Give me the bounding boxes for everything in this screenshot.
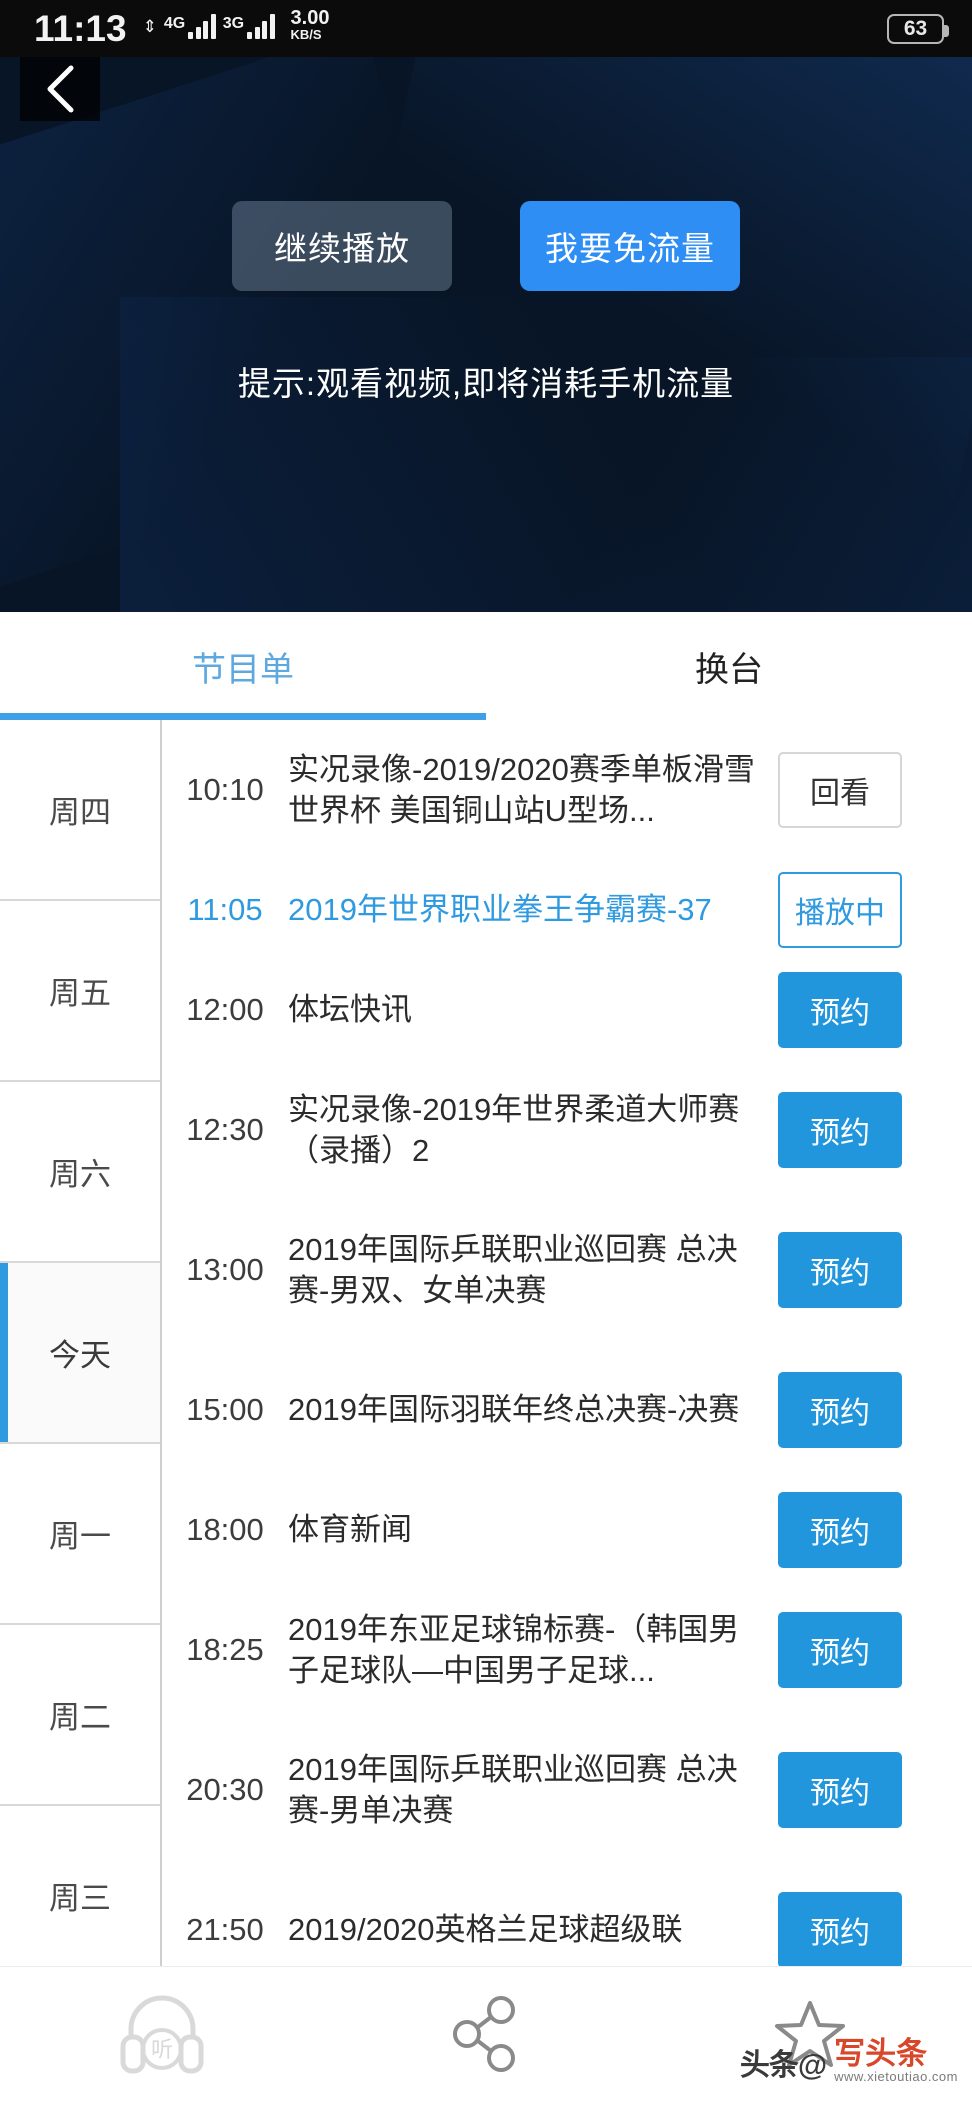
book-button[interactable]: 预约 xyxy=(778,1092,902,1168)
day-item-today[interactable]: 今天 xyxy=(0,1263,160,1444)
program-time: 15:00 xyxy=(186,1392,264,1427)
battery-icon: 63 xyxy=(887,14,949,44)
program-list[interactable]: 10:10 实况录像-2019/2020赛季单板滑雪世界杯 美国铜山站U型场..… xyxy=(162,720,972,1966)
schedule-content: 周四 周五 周六 今天 周一 周二 周三 10:10 实况录像-2019/202… xyxy=(0,720,972,1966)
book-button[interactable]: 预约 xyxy=(778,1752,902,1828)
table-row[interactable]: 20:30 2019年国际乒联职业巡回赛 总决赛-男单决赛 预约 xyxy=(162,1720,972,1860)
day-item-thursday[interactable]: 周四 xyxy=(0,720,160,901)
network-speed-unit: KB/S xyxy=(290,27,322,42)
table-row[interactable]: 12:00 体坛快讯 预约 xyxy=(162,960,972,1060)
svg-text:听: 听 xyxy=(151,2037,173,2062)
program-time: 12:00 xyxy=(186,992,264,1027)
status-bar: 11:13 ⇕ 4G 3G 3.00 KB/S 63 xyxy=(0,0,972,57)
watermark-brand-block: 写头条 www.xietoutiao.com xyxy=(834,2038,958,2084)
table-row[interactable]: 21:50 2019/2020英格兰足球超级联 预约 xyxy=(162,1860,972,1966)
book-button[interactable]: 预约 xyxy=(778,1232,902,1308)
sim1-bars-icon xyxy=(188,13,216,39)
status-time: 11:13 xyxy=(34,7,127,49)
watermark-url: www.xietoutiao.com xyxy=(834,2069,958,2084)
chevron-left-icon xyxy=(43,63,77,115)
network-speed-value: 3.00 xyxy=(290,7,330,29)
data-transfer-icon: ⇕ xyxy=(142,17,157,36)
table-row[interactable]: 11:05 2019年世界职业拳王争霸赛-37 播放中 xyxy=(162,860,972,960)
program-time: 18:00 xyxy=(186,1512,264,1547)
table-row[interactable]: 18:25 2019年东亚足球锦标赛-（韩国男子足球队—中国男子足球... 预约 xyxy=(162,1580,972,1720)
back-button[interactable] xyxy=(20,57,100,121)
day-item-wednesday[interactable]: 周三 xyxy=(0,1806,160,1966)
tab-schedule[interactable]: 节目单 xyxy=(0,612,486,720)
free-data-button[interactable]: 我要免流量 xyxy=(520,201,740,291)
program-time: 18:25 xyxy=(186,1632,264,1667)
program-title: 2019/2020英格兰足球超级联 xyxy=(288,1912,683,1948)
battery-level: 63 xyxy=(903,17,928,40)
program-title: 2019年国际羽联年终总决赛-决赛 xyxy=(288,1392,740,1428)
book-button[interactable]: 预约 xyxy=(778,1372,902,1448)
table-row[interactable]: 12:30 实况录像-2019年世界柔道大师赛（录播）2 预约 xyxy=(162,1060,972,1200)
status-indicators: ⇕ 4G 3G 3.00 KB/S xyxy=(143,8,330,49)
now-playing-badge[interactable]: 播放中 xyxy=(778,872,902,948)
program-time: 12:30 xyxy=(186,1112,264,1147)
program-time: 11:05 xyxy=(187,892,263,927)
day-item-monday[interactable]: 周一 xyxy=(0,1444,160,1625)
data-warning-actions: 继续播放 我要免流量 xyxy=(0,201,972,291)
program-time: 10:10 xyxy=(186,772,264,807)
day-item-tuesday[interactable]: 周二 xyxy=(0,1625,160,1806)
program-title: 2019年世界职业拳王争霸赛-37 xyxy=(288,892,712,928)
sim2-signal: 3G xyxy=(223,13,275,49)
video-player[interactable]: 继续播放 我要免流量 提示:观看视频,即将消耗手机流量 xyxy=(0,57,972,612)
watermark-brand: 写头条 xyxy=(834,2036,928,2071)
sim2-bars-icon xyxy=(247,13,275,39)
table-row[interactable]: 10:10 实况录像-2019/2020赛季单板滑雪世界杯 美国铜山站U型场..… xyxy=(162,720,972,860)
bottom-action-bar: 听 头条@ 写头条 www.xietoutiao.com xyxy=(0,1966,972,2106)
tab-bar: 节目单 换台 xyxy=(0,612,972,720)
program-title: 2019年东亚足球锦标赛-（韩国男子足球队—中国男子足球... xyxy=(288,1611,740,1688)
program-time: 20:30 xyxy=(186,1772,264,1807)
book-button[interactable]: 预约 xyxy=(778,972,902,1048)
continue-play-button[interactable]: 继续播放 xyxy=(232,201,452,291)
headphone-listen-icon: 听 xyxy=(119,1993,205,2080)
book-button[interactable]: 预约 xyxy=(778,1892,902,1966)
program-title: 体育新闻 xyxy=(288,1512,412,1548)
listen-button[interactable]: 听 xyxy=(0,1993,324,2080)
table-row[interactable]: 18:00 体育新闻 预约 xyxy=(162,1480,972,1580)
network-speed: 3.00 KB/S xyxy=(291,8,330,41)
program-title: 实况录像-2019年世界柔道大师赛（录播）2 xyxy=(288,1091,740,1168)
book-button[interactable]: 预约 xyxy=(778,1612,902,1688)
share-icon xyxy=(451,1996,521,2077)
book-button[interactable]: 预约 xyxy=(778,1492,902,1568)
program-title: 2019年国际乒联职业巡回赛 总决赛-男双、女单决赛 xyxy=(288,1231,738,1308)
table-row[interactable]: 15:00 2019年国际羽联年终总决赛-决赛 预约 xyxy=(162,1340,972,1480)
share-button[interactable] xyxy=(324,1996,648,2077)
day-item-saturday[interactable]: 周六 xyxy=(0,1082,160,1263)
day-selector-list[interactable]: 周四 周五 周六 今天 周一 周二 周三 xyxy=(0,720,160,1966)
sim2-network-label: 3G xyxy=(222,15,245,32)
program-title: 实况录像-2019/2020赛季单板滑雪世界杯 美国铜山站U型场... xyxy=(288,751,755,828)
program-title: 2019年国际乒联职业巡回赛 总决赛-男单决赛 xyxy=(288,1751,738,1828)
program-time: 21:50 xyxy=(186,1912,264,1947)
watermark: 头条@ 写头条 www.xietoutiao.com xyxy=(740,2038,958,2084)
replay-button[interactable]: 回看 xyxy=(778,752,902,828)
sim1-signal: 4G xyxy=(164,13,216,49)
program-title: 体坛快讯 xyxy=(288,992,412,1028)
watermark-prefix: 头条@ xyxy=(739,2049,827,2082)
app-root: 11:13 ⇕ 4G 3G 3.00 KB/S 63 继续播放 我要免流量 提示… xyxy=(0,0,972,2106)
table-row[interactable]: 13:00 2019年国际乒联职业巡回赛 总决赛-男双、女单决赛 预约 xyxy=(162,1200,972,1340)
sim1-network-label: 4G xyxy=(163,15,186,32)
day-item-friday[interactable]: 周五 xyxy=(0,901,160,1082)
data-usage-tip: 提示:观看视频,即将消耗手机流量 xyxy=(237,365,735,402)
tab-change-channel[interactable]: 换台 xyxy=(486,612,972,720)
program-time: 13:00 xyxy=(186,1252,264,1287)
